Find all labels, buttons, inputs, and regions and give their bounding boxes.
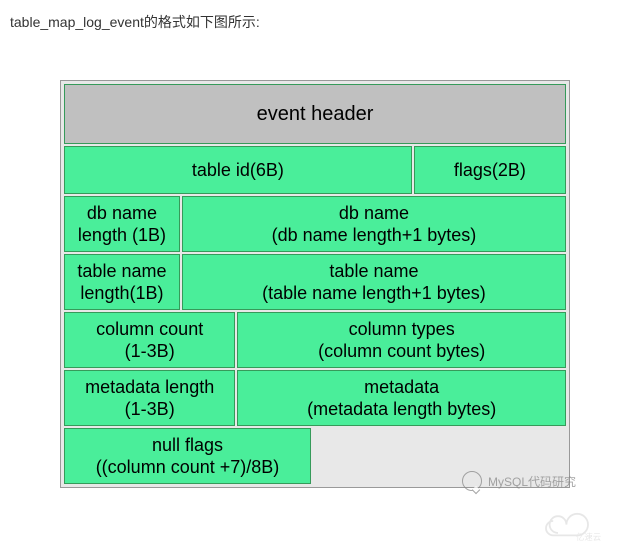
- wechat-icon: [462, 471, 482, 491]
- format-diagram: event header table id(6B) flags(2B) db n…: [60, 80, 570, 488]
- row-event-header: event header: [63, 83, 567, 145]
- cell-column-count: column count (1-3B): [64, 312, 235, 368]
- cell-null-flags: null flags ((column count +7)/8B): [64, 428, 311, 484]
- event-header-label: event header: [257, 102, 374, 127]
- cell-event-header: event header: [64, 84, 566, 144]
- row-metadata: metadata length (1-3B) metadata (metadat…: [63, 369, 567, 427]
- metadata-length-l1: metadata length: [85, 376, 214, 399]
- cell-metadata-length: metadata length (1-3B): [64, 370, 235, 426]
- column-types-l2: (column count bytes): [318, 340, 485, 363]
- cell-metadata: metadata (metadata length bytes): [237, 370, 566, 426]
- column-count-l2: (1-3B): [125, 340, 175, 363]
- table-id-label: table id(6B): [192, 159, 284, 182]
- db-name-l1: db name: [339, 202, 409, 225]
- column-count-l1: column count: [96, 318, 203, 341]
- row-columns: column count (1-3B) column types (column…: [63, 311, 567, 369]
- watermark-logo-text: 亿速云: [576, 532, 601, 542]
- table-name-l2: (table name length+1 bytes): [262, 282, 486, 305]
- cell-table-name: table name (table name length+1 bytes): [182, 254, 566, 310]
- watermark-wechat-label: MySQL代码研究: [488, 473, 576, 490]
- row-dbname: db name length (1B) db name (db name len…: [63, 195, 567, 253]
- cell-db-name: db name (db name length+1 bytes): [182, 196, 566, 252]
- null-flags-l1: null flags: [152, 434, 223, 457]
- cell-column-types: column types (column count bytes): [237, 312, 566, 368]
- db-name-l2: (db name length+1 bytes): [272, 224, 477, 247]
- table-name-l1: table name: [329, 260, 418, 283]
- watermark-logo-icon: 亿速云: [540, 507, 612, 547]
- cell-db-name-length: db name length (1B): [64, 196, 180, 252]
- caption-text: table_map_log_event的格式如下图所示:: [10, 12, 260, 32]
- row-tableid-flags: table id(6B) flags(2B): [63, 145, 567, 195]
- row-tablename: table name length(1B) table name (table …: [63, 253, 567, 311]
- db-name-length-l1: db name: [87, 202, 157, 225]
- metadata-length-l2: (1-3B): [125, 398, 175, 421]
- watermark-wechat: MySQL代码研究: [462, 471, 576, 491]
- cell-flags: flags(2B): [414, 146, 566, 194]
- column-types-l1: column types: [349, 318, 455, 341]
- flags-label: flags(2B): [454, 159, 526, 182]
- null-flags-l2: ((column count +7)/8B): [96, 456, 280, 479]
- db-name-length-l2: length (1B): [78, 224, 166, 247]
- cell-table-id: table id(6B): [64, 146, 412, 194]
- table-name-length-l1: table name: [77, 260, 166, 283]
- table-name-length-l2: length(1B): [80, 282, 163, 305]
- metadata-l2: (metadata length bytes): [307, 398, 496, 421]
- cell-table-name-length: table name length(1B): [64, 254, 180, 310]
- metadata-l1: metadata: [364, 376, 439, 399]
